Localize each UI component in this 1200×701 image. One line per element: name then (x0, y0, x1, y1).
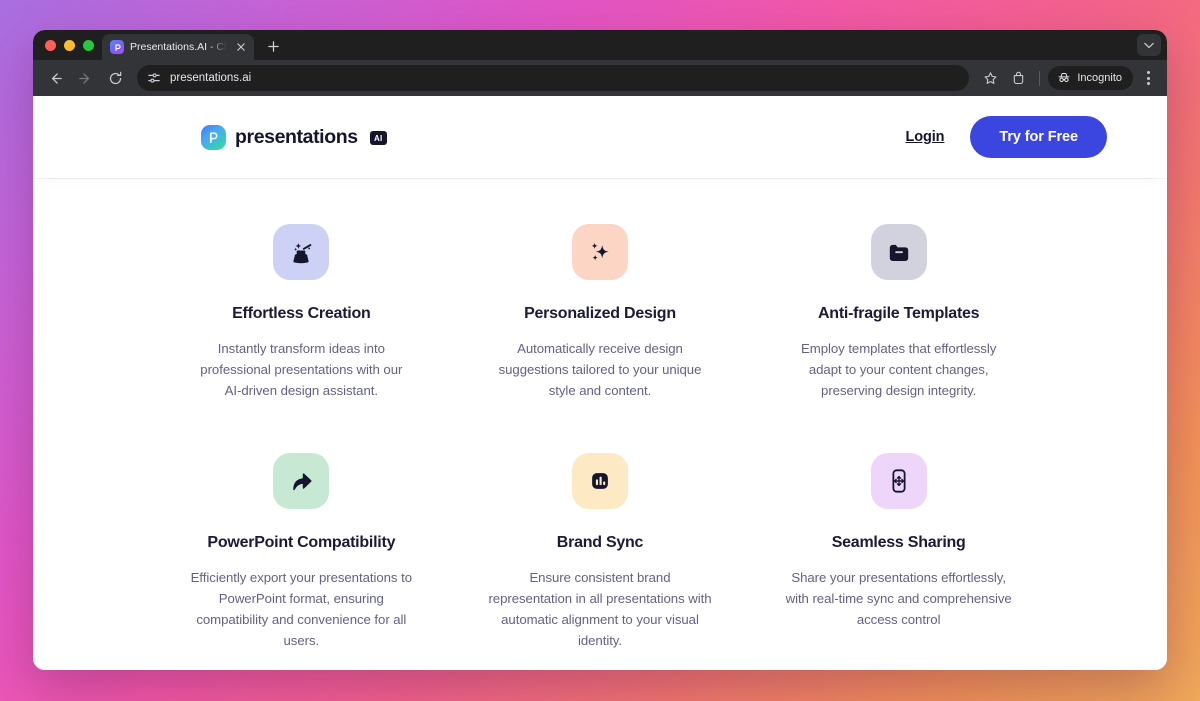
presentations-favicon (110, 40, 124, 54)
feature-card[interactable]: Personalized Design Automatically receiv… (464, 224, 737, 401)
incognito-spy-icon (1057, 71, 1071, 85)
star-icon[interactable] (977, 65, 1003, 91)
feature-title: Effortless Creation (232, 305, 371, 322)
login-link[interactable]: Login (905, 129, 944, 145)
header-actions: Login Try for Free (905, 116, 1107, 158)
reload-icon[interactable] (101, 64, 129, 92)
feature-icon-tile (273, 224, 330, 280)
browser-tab-strip: Presentations.AI - ChatGPT f (33, 30, 1167, 60)
minimize-window-button[interactable] (64, 39, 75, 51)
incognito-indicator[interactable]: Incognito (1048, 66, 1133, 90)
feature-icon-tile (571, 453, 628, 510)
feature-description: Instantly transform ideas into professio… (200, 341, 403, 398)
features-section: Effortless Creation Instantly transform … (33, 178, 1167, 670)
browser-toolbar: presentations.ai Incognito (33, 60, 1167, 96)
feature-card[interactable]: PowerPoint Compatibility Efficiently exp… (165, 453, 438, 651)
feature-description: Ensure consistent brand representation i… (488, 570, 712, 648)
feature-description: Efficiently export your presentations to… (190, 570, 412, 648)
address-bar[interactable]: presentations.ai (137, 65, 970, 91)
site-header: presentations AI Login Try for Free (33, 96, 1167, 178)
back-arrow-icon[interactable] (41, 64, 69, 92)
feature-icon-tile (571, 224, 628, 280)
share-arrow-icon (286, 466, 316, 496)
mobile-share-icon (884, 466, 914, 496)
folder-minus-icon (884, 237, 914, 267)
bar-chart-icon (585, 466, 615, 496)
address-bar-url: presentations.ai (170, 72, 252, 84)
tune-sliders-icon[interactable] (147, 71, 161, 85)
site-logo[interactable]: presentations AI (201, 124, 387, 150)
extensions-icon[interactable] (1005, 65, 1031, 91)
feature-card[interactable]: Effortless Creation Instantly transform … (165, 224, 438, 401)
browser-tab[interactable]: Presentations.AI - ChatGPT f (102, 34, 254, 60)
try-for-free-button[interactable]: Try for Free (970, 116, 1107, 158)
maximize-window-button[interactable] (83, 39, 94, 51)
feature-description: Share your presentations effortlessly, w… (785, 570, 1012, 627)
site-logo-ai-badge: AI (369, 131, 387, 145)
browser-tab-title: Presentations.AI - ChatGPT f (130, 41, 227, 53)
site-logo-text: presentations (235, 125, 358, 148)
browser-window: Presentations.AI - ChatGPT f (33, 30, 1167, 670)
feature-icon-tile (870, 224, 927, 280)
new-tab-button[interactable] (260, 33, 286, 59)
forward-arrow-icon[interactable] (71, 64, 99, 92)
feature-card[interactable]: Brand Sync Ensure consistent brand repre… (464, 453, 737, 651)
features-grid: Effortless Creation Instantly transform … (165, 224, 1035, 652)
feature-description: Automatically receive design suggestions… (498, 341, 702, 398)
sparkles-icon (585, 238, 614, 267)
feature-icon-tile (870, 453, 927, 510)
feature-title: Anti-fragile Templates (817, 305, 980, 322)
feature-card[interactable]: Anti-fragile Templates Employ templates … (762, 224, 1035, 401)
incognito-label: Incognito (1077, 72, 1122, 84)
feature-card[interactable]: Seamless Sharing Share your presentation… (762, 453, 1035, 651)
tab-search-button[interactable] (1137, 34, 1161, 56)
window-traffic-lights (41, 30, 102, 60)
toolbar-right-actions: Incognito (977, 65, 1159, 91)
close-icon[interactable] (233, 40, 248, 55)
feature-title: PowerPoint Compatibility (207, 534, 396, 552)
feature-icon-tile (273, 453, 330, 510)
page-viewport: presentations AI Login Try for Free Effo… (33, 96, 1167, 670)
chevron-down-icon (1144, 42, 1154, 49)
feature-title: Seamless Sharing (831, 534, 966, 552)
kebab-menu-icon[interactable] (1137, 65, 1159, 91)
feature-title: Personalized Design (524, 305, 676, 322)
magic-hat-icon (286, 237, 316, 267)
presentations-logo-icon (201, 124, 226, 150)
feature-description: Employ templates that effortlessly adapt… (801, 341, 997, 398)
close-window-button[interactable] (45, 39, 56, 51)
toolbar-divider (1039, 70, 1041, 86)
feature-title: Brand Sync (556, 534, 644, 552)
